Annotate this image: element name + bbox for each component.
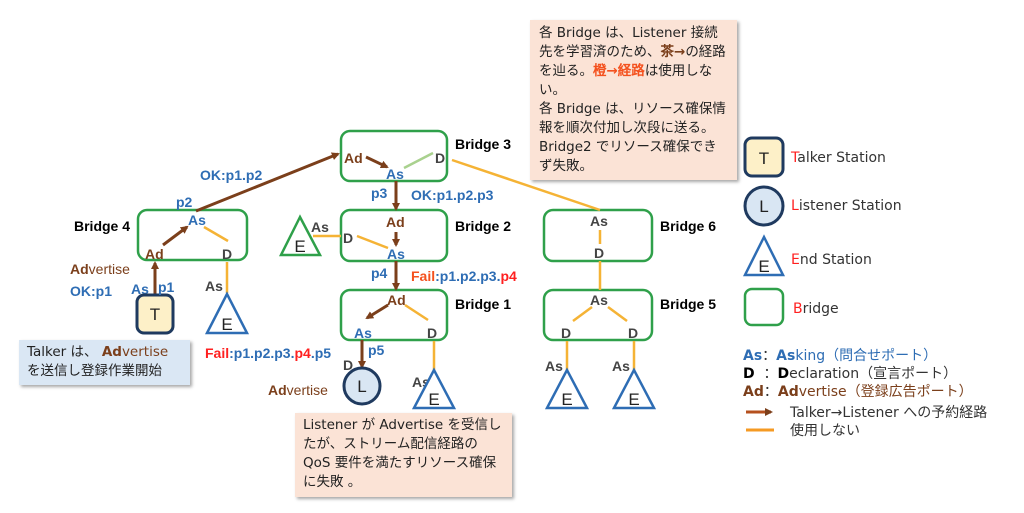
- svg-text:E: E: [561, 390, 572, 409]
- port-d: D: [594, 245, 604, 261]
- port-as: As: [205, 278, 223, 294]
- port-d: D: [427, 325, 437, 341]
- port-ad: Ad: [386, 214, 405, 230]
- port-ad: Ad: [344, 150, 363, 166]
- port-as: As: [386, 166, 404, 182]
- svg-text:Talker Station: Talker Station: [790, 150, 886, 166]
- port-number-label: p2: [176, 194, 193, 210]
- svg-text:E: E: [294, 237, 305, 256]
- port-number-label: p5: [368, 342, 385, 358]
- port-d: D: [435, 150, 445, 166]
- talker-callout: Talker は、 Advertise を送信し登録作業開始: [19, 340, 190, 385]
- legend: T Talker Station L Listener Station E En…: [742, 136, 987, 439]
- svg-text:E: E: [428, 390, 439, 409]
- listener-callout: Listener が Advertise を受信したが、ストリーム配信経路の Q…: [295, 413, 512, 497]
- svg-text:E: E: [628, 390, 639, 409]
- svg-text:T: T: [759, 149, 769, 168]
- svg-text:T: T: [150, 305, 160, 324]
- svg-text:Listener Station: Listener Station: [791, 198, 902, 214]
- bridge-1-label: Bridge 1: [455, 296, 511, 312]
- port-number-label: p3: [371, 185, 388, 201]
- port-as: As: [612, 358, 630, 374]
- ok-label: OK:p1: [70, 283, 112, 299]
- port-d: D: [343, 230, 353, 246]
- fail-label: Fail:p1.p2.p3.p4.p5: [205, 345, 331, 361]
- svg-text:As：Asking（問合せポート）: As：Asking（問合せポート）: [743, 348, 937, 364]
- svg-text:E: E: [221, 315, 232, 334]
- ok-label: OK:p1.p2: [200, 167, 262, 183]
- end-station: E: [544, 367, 590, 410]
- svg-text:使用しない: 使用しない: [790, 422, 860, 439]
- port-d: D: [222, 246, 232, 262]
- svg-text:E: E: [758, 257, 769, 276]
- bridge-4-label: Bridge 4: [74, 218, 130, 234]
- advertise-label: Advertise: [268, 382, 328, 398]
- svg-text:D ：Declaration（宣言ポート）: D ：Declaration（宣言ポート）: [743, 366, 957, 382]
- bridge-explanation-callout: 各 Bridge は、Listener 接続先を学習済のため、茶→の経路を辿る。…: [530, 20, 737, 180]
- svg-text:End Station: End Station: [791, 252, 872, 268]
- port-as: As: [354, 325, 372, 341]
- port-as: As: [311, 219, 329, 235]
- svg-text:Bridge: Bridge: [793, 301, 839, 317]
- end-station: E: [611, 367, 657, 410]
- bridge-6-label: Bridge 6: [660, 218, 716, 234]
- ok-label: OK:p1.p2.p3: [411, 187, 494, 203]
- port-number-label: p1: [158, 279, 175, 295]
- bridge-2-label: Bridge 2: [455, 218, 511, 234]
- port-number-label: p4: [371, 265, 388, 281]
- svg-text:Ad：Advertise（登録広告ポート）: Ad：Advertise（登録広告ポート）: [743, 384, 973, 400]
- port-d: D: [628, 325, 638, 341]
- svg-text:Talker→Listener への予約経路: Talker→Listener への予約経路: [789, 405, 987, 421]
- bridge-3-label: Bridge 3: [455, 136, 511, 152]
- port-as: As: [387, 246, 405, 262]
- listener-station: L: [342, 366, 382, 406]
- fail-label: Fail:p1.p2.p3.p4: [411, 268, 517, 284]
- port-as: As: [590, 213, 608, 229]
- port-d: D: [561, 325, 571, 341]
- port-ad: Ad: [145, 246, 164, 262]
- end-station: E: [204, 291, 250, 335]
- svg-text:L: L: [357, 377, 366, 396]
- svg-text:L: L: [759, 197, 768, 216]
- port-as: As: [590, 292, 608, 308]
- network-diagram: Bridge 3 Bridge 2 Bridge 1 Bridge 4 Brid…: [70, 129, 987, 439]
- bridge-5-label: Bridge 5: [660, 296, 716, 312]
- port-as: As: [188, 212, 206, 228]
- talker-station: T: [135, 293, 175, 335]
- port-as: As: [545, 358, 563, 374]
- port-ad: Ad: [387, 292, 406, 308]
- advertise-label: Advertise: [70, 261, 130, 277]
